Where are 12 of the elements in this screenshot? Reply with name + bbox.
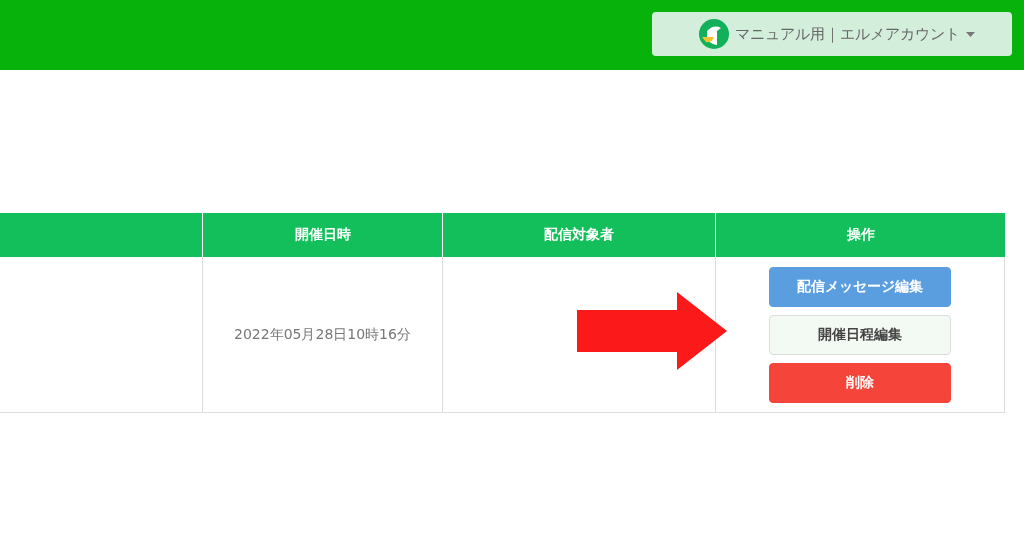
date-cell: 2022年05月28日10時16分 [234, 325, 411, 344]
caret-icon [966, 31, 975, 37]
arrow-icon [577, 292, 727, 370]
column-header: 操作 [715, 213, 1005, 257]
account-name: マニュアル用｜エルメアカウント [735, 24, 960, 44]
column-header: 開催日時 [202, 213, 442, 257]
logo-icon [699, 19, 729, 49]
account-dropdown[interactable]: マニュアル用｜エルメアカウント [652, 12, 1012, 56]
action-button[interactable]: 配信メッセージ編集 [769, 266, 951, 307]
column-header: 配信対象者 [442, 213, 715, 257]
action-button[interactable]: 削除 [769, 362, 951, 403]
action-button[interactable]: 開催日程編集 [769, 314, 951, 355]
